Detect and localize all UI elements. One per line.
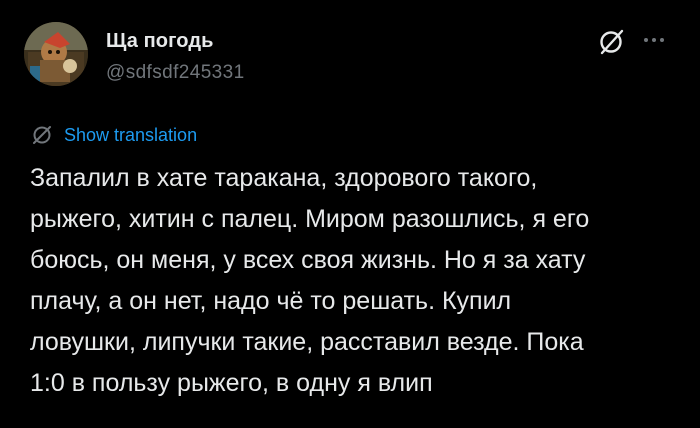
translate-slash-icon [30, 123, 54, 147]
more-dots-icon [644, 38, 664, 42]
author-handle[interactable]: @sdfsdf245331 [106, 62, 245, 84]
show-translation-label: Show translation [64, 124, 198, 145]
avatar[interactable] [24, 22, 88, 86]
tweet-text: Запалил в хате таракана, здорового таког… [30, 164, 590, 397]
avatar-image [24, 22, 88, 86]
author-display-name[interactable]: Ща погодь [106, 30, 214, 53]
grok-slash-circle-icon [600, 29, 624, 55]
tweet-card: Ща погодь @sdfsdf245331 Show translation… [0, 0, 700, 428]
show-translation-link[interactable]: Show translation [30, 122, 197, 148]
more-options-button[interactable] [640, 28, 672, 52]
grok-button[interactable] [596, 27, 626, 57]
